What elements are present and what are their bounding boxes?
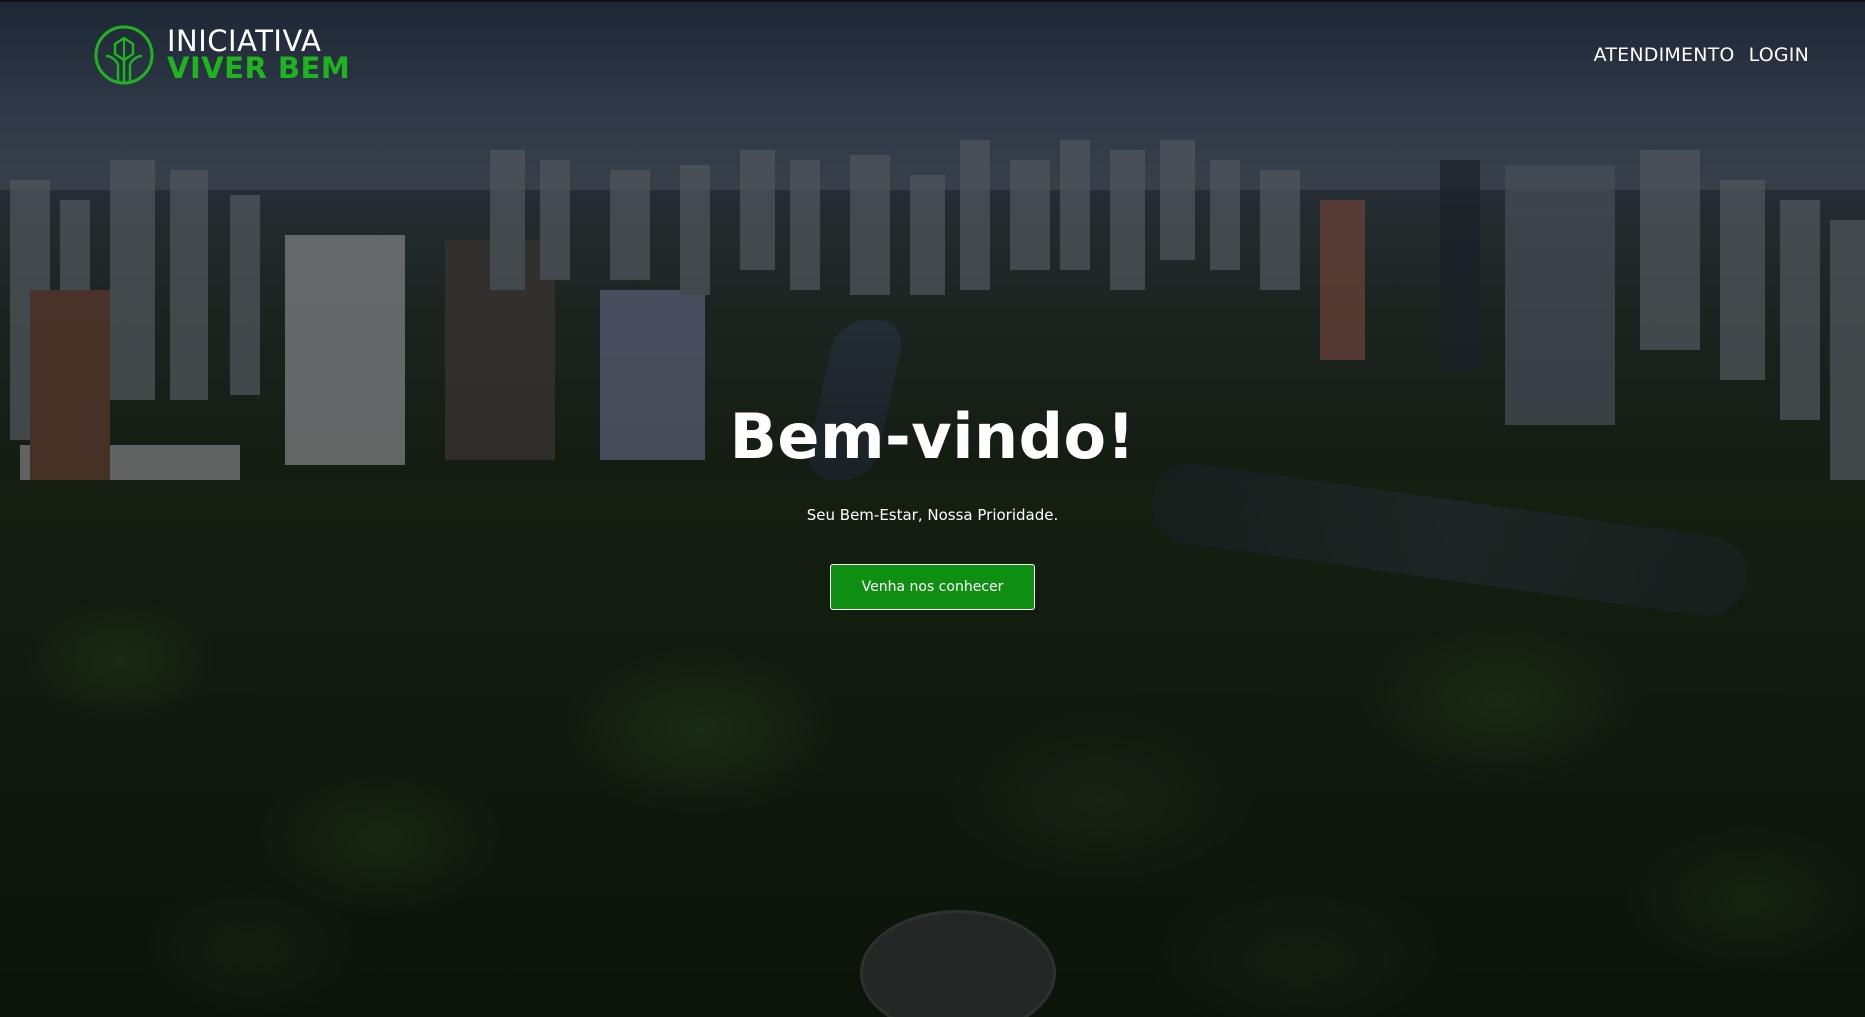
nav-link-login[interactable]: LOGIN <box>1749 44 1809 66</box>
site-logo[interactable]: INICIATIVA VIVER BEM <box>93 24 350 86</box>
hero-subtitle: Seu Bem-Estar, Nossa Prioridade. <box>806 506 1059 524</box>
hero-title: Bem-vindo! <box>729 400 1136 473</box>
main-nav: ATENDIMENTO LOGIN <box>1594 44 1809 66</box>
hero-section: INICIATIVA VIVER BEM ATENDIMENTO LOGIN B… <box>0 0 1865 1017</box>
logo-wordmark: INICIATIVA VIVER BEM <box>167 27 350 83</box>
cta-button[interactable]: Venha nos conhecer <box>830 564 1035 610</box>
site-header: INICIATIVA VIVER BEM ATENDIMENTO LOGIN <box>0 0 1865 110</box>
logo-line-2: VIVER BEM <box>167 51 351 85</box>
hero-content: Bem-vindo! Seu Bem-Estar, Nossa Priorida… <box>0 400 1865 610</box>
plant-leaf-icon <box>94 25 154 85</box>
nav-link-atendimento[interactable]: ATENDIMENTO <box>1594 44 1735 66</box>
